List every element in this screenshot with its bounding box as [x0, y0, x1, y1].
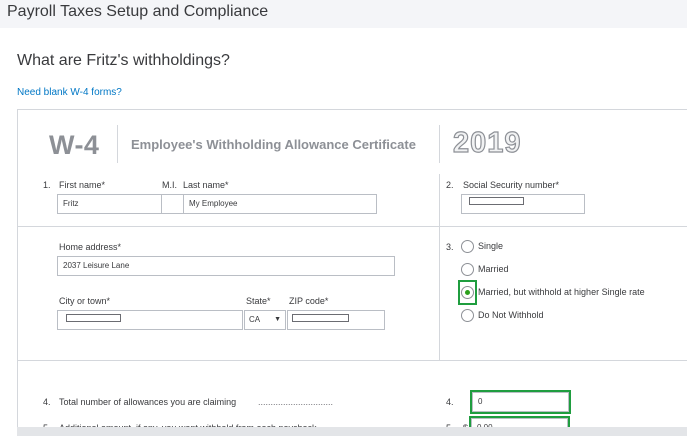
option-single-label: Single [478, 241, 504, 251]
home-address-input[interactable]: 2037 Leisure Lane [57, 256, 395, 276]
state-value: CA [249, 315, 261, 324]
mi-label: M.I. [162, 180, 177, 190]
last-name-label: Last name* [183, 180, 229, 190]
first-name-label: First name* [59, 180, 106, 190]
chevron-down-icon: ▼ [274, 316, 281, 323]
withholdings-question: What are Fritz's withholdings? [17, 52, 230, 69]
row-divider [18, 360, 687, 361]
radio-single[interactable] [461, 240, 474, 253]
radio-do-not-withhold[interactable] [461, 309, 474, 322]
highlight-box [458, 280, 477, 305]
column-divider [439, 174, 440, 360]
home-address-label: Home address* [59, 242, 122, 252]
section-1-number: 1. [43, 180, 51, 190]
city-label: City or town* [59, 296, 111, 306]
content: What are Fritz's withholdings? Need blan… [0, 28, 687, 436]
first-name-input[interactable]: Fritz [57, 194, 162, 214]
redaction-box [66, 314, 121, 322]
row-divider [18, 226, 687, 227]
option-married-label: Married [478, 264, 509, 274]
header-divider [439, 125, 440, 163]
redaction-box [469, 197, 524, 205]
leader-dots: .............................. [258, 397, 334, 407]
w4-year: 2019 [452, 126, 522, 159]
section-3-number: 3. [446, 242, 454, 252]
mi-input[interactable] [161, 194, 184, 214]
w4-label: W-4 [49, 130, 100, 160]
section-4-number-right: 4. [446, 397, 454, 407]
section-2-number: 2. [446, 180, 454, 190]
radio-married[interactable] [461, 263, 474, 276]
section-4-number: 4. [43, 397, 51, 407]
option-married-higher-single-label: Married, but withhold at higher Single r… [478, 287, 645, 297]
page-title: Payroll Taxes Setup and Compliance [7, 3, 269, 20]
redaction-box [292, 314, 349, 322]
form-footer-bar [17, 427, 687, 436]
zip-label: ZIP code* [289, 296, 329, 306]
blank-w4-link[interactable]: Need blank W-4 forms? [17, 87, 122, 98]
state-select[interactable]: CA ▼ [244, 310, 286, 330]
option-do-not-withhold-label: Do Not Withhold [478, 310, 544, 320]
header-divider [117, 125, 118, 163]
last-name-input[interactable]: My Employee [183, 194, 377, 214]
highlight-box [470, 390, 571, 414]
state-label: State* [246, 296, 271, 306]
w4-form: W-4 Employee's Withholding Allowance Cer… [17, 109, 687, 436]
ssn-label: Social Security number* [463, 180, 560, 190]
w4-title: Employee's Withholding Allowance Certifi… [131, 137, 416, 152]
allowances-label: Total number of allowances you are claim… [59, 397, 237, 407]
